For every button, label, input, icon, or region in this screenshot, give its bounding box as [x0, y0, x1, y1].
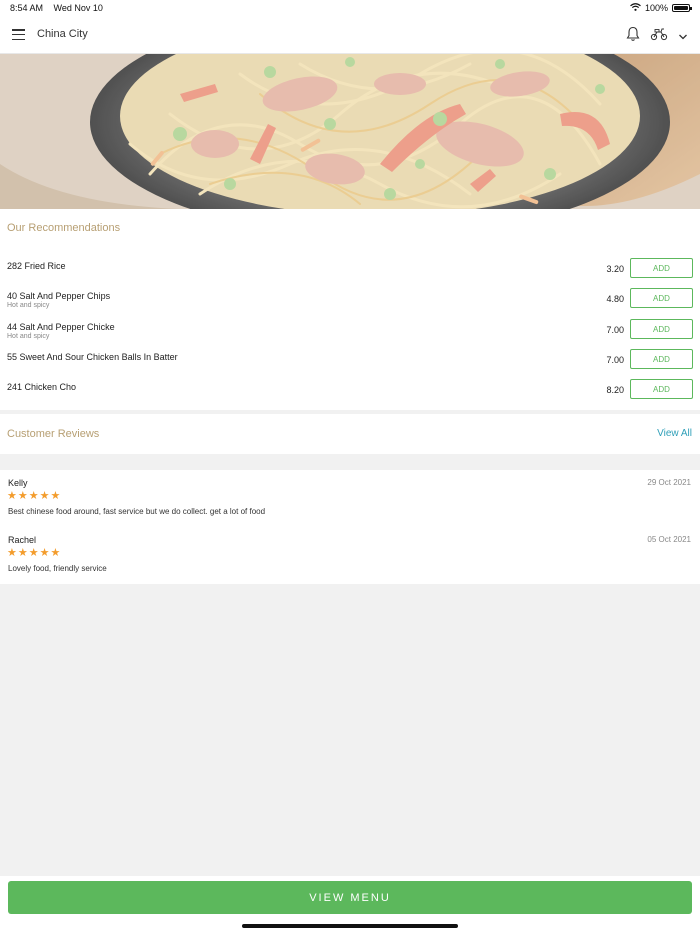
status-bar: 8:54 AM Wed Nov 10 100% [0, 0, 700, 16]
recommendation-item: 241 Chicken Cho 8.20 ADD [0, 379, 700, 409]
star-icon: ★ [28, 547, 39, 559]
item-name: 44 Salt And Pepper Chicke [7, 322, 115, 332]
view-all-link[interactable]: View All [657, 428, 692, 439]
add-button[interactable]: ADD [630, 258, 693, 278]
recommendations-section: Our Recommendations 282 Fried Rice 3.20 … [0, 209, 700, 410]
battery-percent: 100% [644, 3, 668, 13]
star-icon: ★ [39, 547, 50, 559]
item-name: 55 Sweet And Sour Chicken Balls In Batte… [7, 352, 178, 362]
star-icon: ★ [17, 490, 28, 502]
status-time: 8:54 AM [10, 3, 44, 13]
header-actions [626, 26, 688, 47]
star-icon: ★ [50, 547, 61, 559]
review-item: Kelly 29 Oct 2021 ★ ★ ★ ★ ★ Best chinese foo… [0, 478, 700, 528]
review-text: Best chinese food around, fast service b… [8, 507, 266, 516]
bell-icon[interactable] [626, 26, 640, 47]
add-button[interactable]: ADD [630, 319, 693, 339]
item-description: Hot and spicy [7, 302, 50, 309]
item-description: Hot and spicy [7, 333, 50, 340]
review-date: 29 Oct 2021 [647, 478, 691, 487]
star-icon: ★ [17, 547, 28, 559]
item-name: 241 Chicken Cho [7, 382, 77, 392]
review-text: Lovely food, friendly service [8, 564, 107, 573]
item-price: 3.20 [606, 264, 624, 274]
recommendations-title: Our Recommendations [7, 222, 121, 234]
recommendation-item: 40 Salt And Pepper Chips Hot and spicy 4… [0, 288, 700, 318]
star-icon: ★ [7, 490, 17, 502]
restaurant-title: China City [37, 28, 88, 40]
battery-icon [672, 4, 692, 12]
footer: VIEW MENU [0, 876, 700, 934]
recommendation-item: 282 Fried Rice 3.20 ADD [0, 258, 700, 288]
hero-food-image [0, 54, 700, 209]
item-price: 7.00 [606, 355, 624, 365]
item-price: 4.80 [606, 294, 624, 304]
review-item: Rachel 05 Oct 2021 ★ ★ ★ ★ ★ Lovely food, fr… [0, 535, 700, 585]
item-name: 282 Fried Rice [7, 261, 66, 271]
review-date: 05 Oct 2021 [647, 535, 691, 544]
hamburger-icon[interactable] [12, 29, 25, 40]
recommendation-item: 55 Sweet And Sour Chicken Balls In Batte… [0, 349, 700, 379]
status-right: 100% [630, 3, 692, 13]
reviews-title: Customer Reviews [7, 428, 100, 440]
add-button[interactable]: ADD [630, 379, 693, 399]
star-rating: ★ ★ ★ ★ ★ [7, 546, 60, 560]
app-header: China City [0, 16, 700, 54]
item-price: 7.00 [606, 325, 624, 335]
star-icon: ★ [7, 547, 17, 559]
add-button[interactable]: ADD [630, 288, 693, 308]
reviews-header: Customer Reviews View All [0, 414, 700, 454]
wifi-icon [630, 3, 641, 13]
add-button[interactable]: ADD [630, 349, 693, 369]
status-left: 8:54 AM Wed Nov 10 [10, 3, 103, 13]
review-author: Kelly [8, 478, 28, 488]
view-menu-button[interactable]: VIEW MENU [8, 881, 692, 914]
status-date: Wed Nov 10 [53, 3, 103, 13]
reviews-list: Kelly 29 Oct 2021 ★ ★ ★ ★ ★ Best chinese foo… [0, 470, 700, 584]
star-rating: ★ ★ ★ ★ ★ [7, 489, 60, 503]
chevron-down-icon[interactable] [678, 28, 688, 46]
review-author: Rachel [8, 535, 37, 545]
scooter-icon[interactable] [650, 27, 668, 46]
item-name: 40 Salt And Pepper Chips [7, 291, 111, 301]
star-icon: ★ [50, 490, 61, 502]
item-price: 8.20 [606, 385, 624, 395]
recommendation-item: 44 Salt And Pepper Chicke Hot and spicy … [0, 319, 700, 349]
star-icon: ★ [39, 490, 50, 502]
star-icon: ★ [28, 490, 39, 502]
home-indicator [242, 924, 458, 928]
